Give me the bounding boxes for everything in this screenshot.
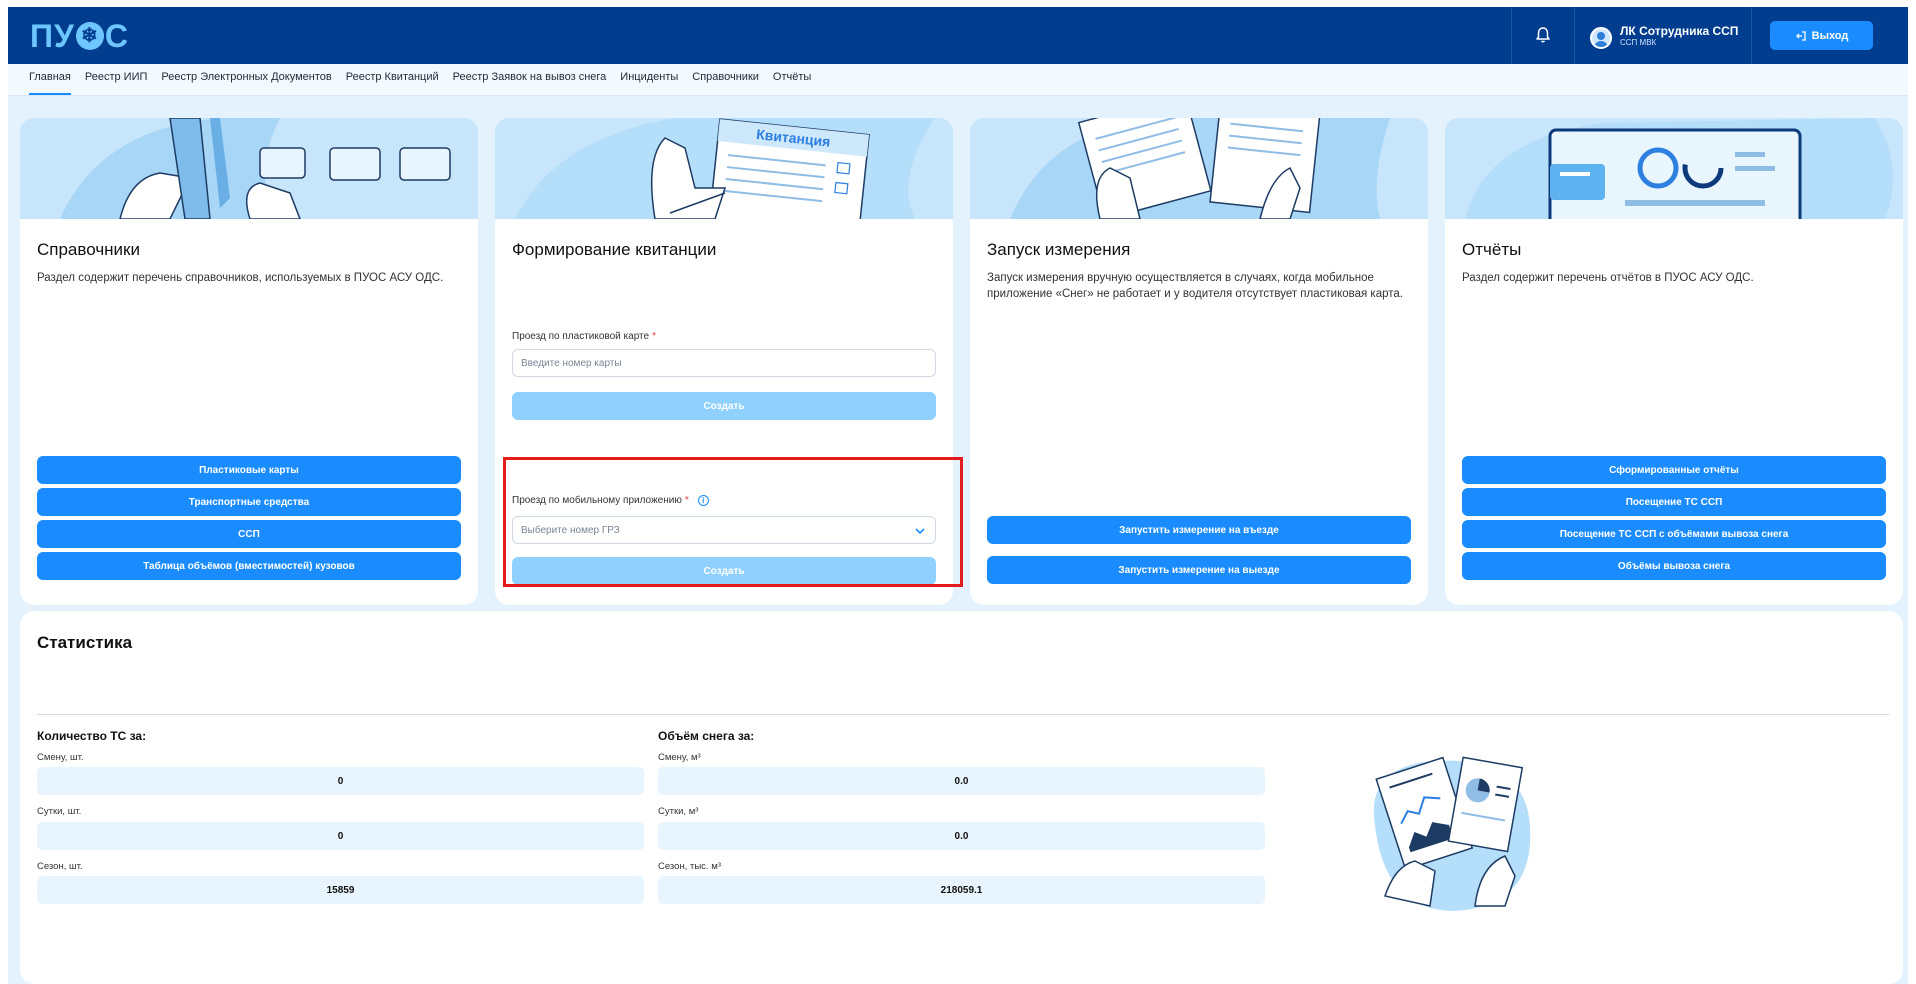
logo-text-right: С bbox=[104, 17, 130, 54]
card-title: Запуск измерения bbox=[987, 240, 1131, 259]
measurement-card: Запуск измерения Запуск измерения вручну… bbox=[970, 118, 1428, 605]
header-divider bbox=[1511, 7, 1512, 64]
nav-item-receipts-registry[interactable]: Реестр Квитанций bbox=[339, 64, 446, 96]
header-divider bbox=[1574, 7, 1575, 64]
logout-label: Выход bbox=[1811, 29, 1849, 42]
statistics-panel: Статистика Количество ТС за: Смену, шт. … bbox=[20, 611, 1903, 984]
measure-exit-button[interactable]: Запустить измерение на выезде bbox=[987, 556, 1411, 584]
header-divider bbox=[1751, 7, 1752, 64]
vehicles-shift-label: Смену, шт. bbox=[37, 752, 84, 763]
reports-card: Отчёты Раздел содержит перечень отчётов … bbox=[1445, 118, 1903, 605]
user-profile[interactable]: ЛК Сотрудника ССП ССП МВК bbox=[1590, 21, 1738, 51]
receipt-illustration: Квитанция bbox=[495, 118, 953, 219]
vehicles-season-value: 15859 bbox=[37, 876, 644, 904]
documents-illustration bbox=[970, 118, 1428, 219]
dashboard-illustration bbox=[1445, 118, 1903, 219]
generated-reports-button[interactable]: Сформированные отчёты bbox=[1462, 456, 1886, 484]
folders-illustration bbox=[20, 118, 478, 219]
divider bbox=[37, 714, 1889, 715]
card-title: Справочники bbox=[37, 240, 140, 259]
snow-volumes-button[interactable]: Объёмы вывоза снега bbox=[1462, 552, 1886, 580]
logo-text-left: ПУ bbox=[30, 17, 75, 54]
main-nav: Главная Реестр ИИП Реестр Электронных До… bbox=[8, 64, 1908, 96]
user-name: ЛК Сотрудника ССП bbox=[1620, 24, 1739, 38]
nav-item-edoc-registry[interactable]: Реестр Электронных Документов bbox=[154, 64, 338, 96]
snow-season-label: Сезон, тыс. м³ bbox=[658, 861, 721, 872]
vehicles-button[interactable]: Транспортные средства bbox=[37, 488, 461, 516]
vehicles-season-label: Сезон, шт. bbox=[37, 861, 83, 872]
ssp-button[interactable]: ССП bbox=[37, 520, 461, 548]
bell-icon[interactable] bbox=[1533, 25, 1553, 45]
user-org: ССП МВК bbox=[1620, 38, 1657, 47]
app-logo[interactable]: ПУ ❄ С bbox=[30, 17, 130, 54]
body-volumes-button[interactable]: Таблица объёмов (вместимостей) кузовов bbox=[37, 552, 461, 580]
snow-day-label: Сутки, м³ bbox=[658, 806, 699, 817]
snow-season-value: 218059.1 bbox=[658, 876, 1265, 904]
snow-title: Объём снега за: bbox=[658, 729, 755, 743]
nav-item-reports[interactable]: Отчёты bbox=[766, 64, 818, 96]
plastic-card-field-label: Проезд по пластиковой карте * bbox=[512, 331, 656, 342]
create-by-card-button[interactable]: Создать bbox=[512, 392, 936, 420]
vehicles-day-label: Сутки, шт. bbox=[37, 806, 82, 817]
plastic-cards-button[interactable]: Пластиковые карты bbox=[37, 456, 461, 484]
snowflake-icon: ❄ bbox=[75, 22, 104, 50]
card-description: Раздел содержит перечень отчётов в ПУОС … bbox=[1462, 272, 1754, 284]
nav-item-incidents[interactable]: Инциденты bbox=[613, 64, 685, 96]
card-description: Запуск измерения вручную осуществляется … bbox=[987, 272, 1403, 300]
snow-day-value: 0.0 bbox=[658, 822, 1265, 850]
stats-title: Статистика bbox=[37, 633, 133, 652]
label-text: Проезд по пластиковой карте bbox=[512, 331, 650, 342]
references-card: Справочники Раздел содержит перечень спр… bbox=[20, 118, 478, 605]
avatar bbox=[1590, 27, 1612, 49]
app-frame: ПУ ❄ С ЛК Сотрудника ССП ССП МВК Выход Гла… bbox=[8, 7, 1908, 984]
card-title: Формирование квитанции bbox=[512, 240, 717, 259]
card-number-input[interactable]: Введите номер карты bbox=[512, 349, 936, 377]
logout-button[interactable]: Выход bbox=[1770, 21, 1873, 50]
nav-item-references[interactable]: Справочники bbox=[685, 64, 766, 96]
nav-item-home[interactable]: Главная bbox=[22, 64, 78, 96]
ssp-visits-volumes-button[interactable]: Посещение ТС ССП с объёмами вывоза снега bbox=[1462, 520, 1886, 548]
vehicles-day-value: 0 bbox=[37, 822, 644, 850]
nav-item-requests-registry[interactable]: Реестр Заявок на вывоз снега bbox=[446, 64, 614, 96]
card-title: Отчёты bbox=[1462, 240, 1522, 259]
snow-shift-label: Смену, м³ bbox=[658, 752, 701, 763]
ssp-visits-button[interactable]: Посещение ТС ССП bbox=[1462, 488, 1886, 516]
top-header: ПУ ❄ С ЛК Сотрудника ССП ССП МВК Выход bbox=[8, 7, 1908, 64]
required-mark: * bbox=[652, 331, 656, 342]
nav-item-iip-registry[interactable]: Реестр ИИП bbox=[78, 64, 155, 96]
snow-shift-value: 0.0 bbox=[658, 767, 1265, 795]
card-number-placeholder: Введите номер карты bbox=[521, 357, 622, 369]
statistics-illustration bbox=[1373, 756, 1531, 911]
logout-icon bbox=[1795, 30, 1806, 41]
highlight-box bbox=[503, 457, 963, 587]
measure-entry-button[interactable]: Запустить измерение на въезде bbox=[987, 516, 1411, 544]
vehicles-title: Количество ТС за: bbox=[37, 729, 147, 743]
card-description: Раздел содержит перечень справочников, и… bbox=[37, 272, 444, 284]
vehicles-shift-value: 0 bbox=[37, 767, 644, 795]
